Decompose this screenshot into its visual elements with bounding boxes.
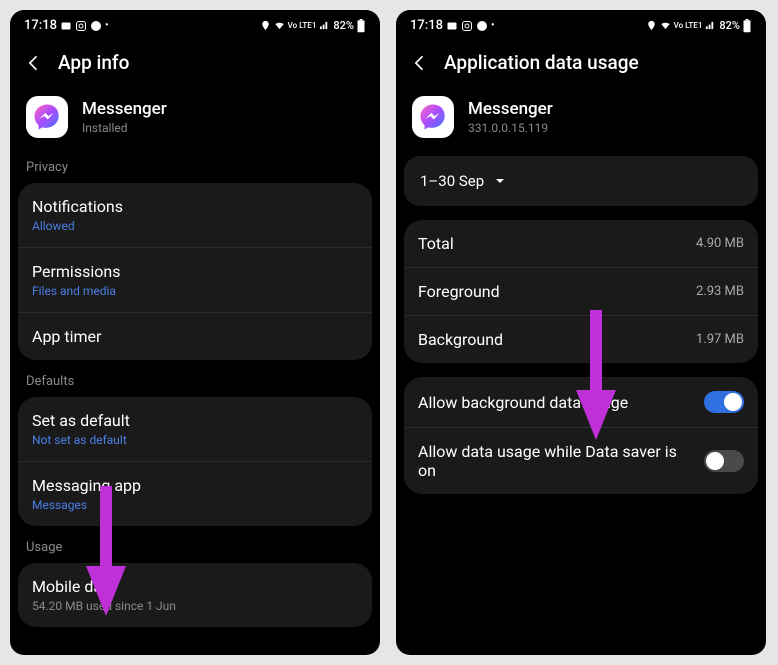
wifi-icon — [273, 20, 286, 31]
clock: 17:18 — [410, 18, 443, 33]
toggles-card: Allow background data usage Allow data u… — [404, 377, 758, 494]
facebook-icon — [476, 20, 488, 32]
status-bar: 17:18 • Vo LTE1 82% — [10, 10, 380, 37]
instagram-icon — [461, 20, 473, 32]
location-icon — [260, 20, 271, 31]
row-value: 4.90 MB — [696, 236, 744, 251]
row-permissions[interactable]: Permissions Files and media — [18, 248, 372, 313]
row-value: 1.97 MB — [696, 332, 744, 347]
battery-percent: 82% — [333, 19, 354, 32]
dot-icon: • — [491, 20, 495, 31]
row-label: Permissions — [32, 262, 358, 281]
battery-icon — [356, 19, 366, 33]
image-icon — [446, 20, 458, 32]
row-app-timer[interactable]: App timer — [18, 313, 372, 360]
row-allow-background[interactable]: Allow background data usage — [404, 377, 758, 428]
facebook-icon — [90, 20, 102, 32]
instagram-icon — [75, 20, 87, 32]
app-header: Messenger 331.0.0.15.119 — [396, 84, 766, 156]
row-allow-datasaver[interactable]: Allow data usage while Data saver is on — [404, 428, 758, 494]
toggle-allow-background[interactable] — [704, 391, 744, 413]
title-bar: Application data usage — [396, 37, 766, 84]
messenger-app-icon — [412, 96, 454, 138]
toggle-allow-datasaver[interactable] — [704, 450, 744, 472]
row-background: Background 1.97 MB — [404, 316, 758, 363]
row-sub: Not set as default — [32, 433, 358, 447]
row-sub: 54.20 MB used since 1 Jun — [32, 599, 358, 613]
page-title: Application data usage — [444, 51, 639, 74]
row-mobile-data[interactable]: Mobile data 54.20 MB used since 1 Jun — [18, 563, 372, 627]
row-notifications[interactable]: Notifications Allowed — [18, 183, 372, 248]
row-label: Allow data usage while Data saver is on — [418, 442, 678, 480]
messenger-app-icon — [26, 96, 68, 138]
row-label: Mobile data — [32, 577, 358, 596]
signal-icon — [704, 20, 717, 31]
row-label: Foreground — [418, 282, 500, 301]
app-header: Messenger Installed — [10, 84, 380, 156]
app-name: Messenger — [82, 99, 167, 119]
app-name: Messenger — [468, 99, 553, 119]
page-title: App info — [58, 51, 129, 74]
row-label: App timer — [32, 327, 358, 346]
clock: 17:18 — [24, 18, 57, 33]
row-label: Messaging app — [32, 476, 358, 495]
image-icon — [60, 20, 72, 32]
section-defaults: Defaults — [10, 370, 380, 397]
date-range-selector[interactable]: 1–30 Sep — [404, 156, 758, 206]
row-value: 2.93 MB — [696, 284, 744, 299]
chevron-down-icon — [494, 175, 506, 187]
app-status: Installed — [82, 121, 167, 135]
volte-indicator: Vo LTE1 — [674, 22, 703, 30]
row-messaging-app[interactable]: Messaging app Messages — [18, 462, 372, 526]
wifi-icon — [659, 20, 672, 31]
back-icon[interactable] — [410, 53, 430, 73]
row-label: Total — [418, 234, 454, 253]
row-set-default[interactable]: Set as default Not set as default — [18, 397, 372, 462]
row-foreground: Foreground 2.93 MB — [404, 268, 758, 316]
signal-icon — [318, 20, 331, 31]
status-bar: 17:18 • Vo LTE1 82% — [396, 10, 766, 37]
battery-icon — [742, 19, 752, 33]
section-usage: Usage — [10, 536, 380, 563]
row-label: Allow background data usage — [418, 393, 628, 412]
row-label: Set as default — [32, 411, 358, 430]
screen-data-usage: 17:18 • Vo LTE1 82% Application data usa… — [396, 10, 766, 655]
location-icon — [646, 20, 657, 31]
row-label: Background — [418, 330, 503, 349]
usage-card: Mobile data 54.20 MB used since 1 Jun — [18, 563, 372, 627]
row-sub: Messages — [32, 498, 358, 512]
usage-stats-card: Total 4.90 MB Foreground 2.93 MB Backgro… — [404, 220, 758, 363]
battery-percent: 82% — [719, 19, 740, 32]
row-label: Notifications — [32, 197, 358, 216]
date-range-label: 1–30 Sep — [420, 172, 484, 190]
volte-indicator: Vo LTE1 — [288, 22, 317, 30]
row-sub: Allowed — [32, 219, 358, 233]
title-bar: App info — [10, 37, 380, 84]
defaults-card: Set as default Not set as default Messag… — [18, 397, 372, 526]
section-privacy: Privacy — [10, 156, 380, 183]
screen-app-info: 17:18 • Vo LTE1 82% App info Messenger I… — [10, 10, 380, 655]
row-total: Total 4.90 MB — [404, 220, 758, 268]
row-sub: Files and media — [32, 284, 358, 298]
dot-icon: • — [105, 20, 109, 31]
app-version: 331.0.0.15.119 — [468, 121, 553, 135]
back-icon[interactable] — [24, 53, 44, 73]
privacy-card: Notifications Allowed Permissions Files … — [18, 183, 372, 360]
